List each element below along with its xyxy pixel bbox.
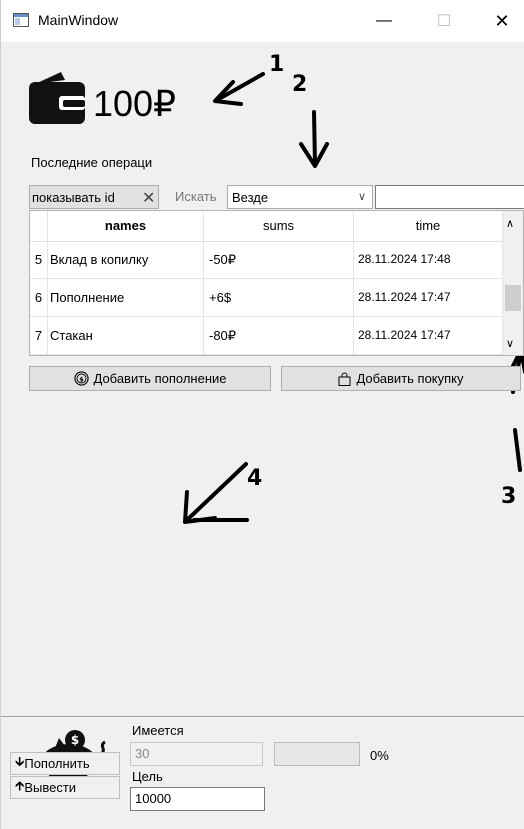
annotation-number-1: 1 bbox=[269, 52, 285, 77]
table-row[interactable]: 5 Вклад в копилку -50₽ 28.11.2024 17:48 bbox=[30, 241, 503, 279]
row-time: 28.11.2024 17:47 bbox=[354, 317, 503, 354]
operations-table[interactable]: names sums time 5 Вклад в копилку -50₽ 2… bbox=[29, 210, 524, 356]
scroll-thumb[interactable] bbox=[505, 285, 521, 311]
search-input[interactable] bbox=[375, 185, 524, 209]
add-income-label: Добавить пополнение bbox=[93, 371, 227, 386]
topup-piggy-label: Пополнить bbox=[24, 756, 90, 771]
window-title: MainWindow bbox=[38, 12, 119, 28]
annotation-arrow-1-head bbox=[213, 80, 243, 106]
annotation-arrow-4-head bbox=[183, 490, 217, 524]
withdraw-piggy-button[interactable]: 🡱 Вывести bbox=[10, 776, 120, 799]
svg-text:$: $ bbox=[79, 375, 84, 383]
column-header-names[interactable]: names bbox=[48, 211, 204, 241]
balance-amount: 100₽ bbox=[93, 83, 176, 124]
title-bar[interactable]: MainWindow — ☐ ✕ bbox=[1, 0, 524, 42]
panel-divider bbox=[1, 716, 524, 717]
goal-progress-text: 0% bbox=[370, 748, 389, 763]
main-window: MainWindow — ☐ ✕ 100₽ 1 2 3 4 Последние … bbox=[0, 0, 524, 829]
app-window-icon bbox=[13, 13, 29, 27]
column-header-sums[interactable]: sums bbox=[204, 211, 354, 241]
annotation-arrow-2 bbox=[312, 110, 317, 166]
chevron-down-icon: ∨ bbox=[357, 191, 366, 203]
search-scope-select[interactable]: Везде ∨ bbox=[227, 185, 373, 209]
annotation-arrow-2-head bbox=[299, 142, 329, 168]
row-name: Стакан bbox=[48, 317, 204, 354]
goal-label: Цель bbox=[132, 769, 163, 784]
search-label: Искать bbox=[175, 189, 217, 204]
scroll-down-icon[interactable]: ∨ bbox=[506, 337, 514, 350]
minimize-button[interactable]: — bbox=[361, 0, 407, 42]
row-name: Вклад в копилку bbox=[48, 241, 204, 278]
row-id: 6 bbox=[30, 279, 48, 316]
row-time: 28.11.2024 17:47 bbox=[354, 279, 503, 316]
svg-text:$: $ bbox=[71, 733, 79, 747]
maximize-button[interactable]: ☐ bbox=[421, 0, 467, 42]
show-id-chip-label: показывать id bbox=[32, 190, 115, 205]
table-row[interactable]: 7 Стакан -80₽ 28.11.2024 17:47 bbox=[30, 317, 503, 355]
goal-progress-bar bbox=[274, 742, 360, 766]
annotation-arrow-3 bbox=[513, 428, 522, 472]
row-id: 5 bbox=[30, 241, 48, 278]
filter-bar: показывать id ✕ Искать Везде ∨ ✕ bbox=[29, 183, 524, 210]
add-income-button[interactable]: $ Добавить пополнение bbox=[29, 366, 271, 391]
shopping-bag-icon bbox=[338, 372, 351, 386]
chip-close-icon[interactable]: ✕ bbox=[142, 188, 155, 208]
withdraw-piggy-label: Вывести bbox=[24, 780, 77, 795]
row-time: 28.11.2024 17:48 bbox=[354, 241, 503, 278]
scroll-up-icon[interactable]: ∧ bbox=[506, 217, 514, 230]
annotation-arrow-4-line bbox=[185, 462, 248, 522]
annotation-arrow-1 bbox=[215, 72, 265, 102]
has-amount-label: Имеется bbox=[132, 723, 184, 738]
column-header-time[interactable]: time bbox=[354, 211, 503, 241]
show-id-chip[interactable]: показывать id ✕ bbox=[29, 185, 159, 209]
annotation-number-2: 2 bbox=[292, 72, 308, 97]
search-scope-value: Везде bbox=[232, 190, 269, 205]
table-header: names sums time bbox=[30, 211, 503, 242]
wallet-icon bbox=[29, 72, 85, 124]
recent-operations-label: Последние операци bbox=[31, 155, 153, 170]
close-button[interactable]: ✕ bbox=[479, 0, 524, 42]
coin-icon: $ bbox=[73, 371, 89, 386]
row-id: 7 bbox=[30, 317, 48, 354]
row-sum: -50₽ bbox=[204, 241, 354, 278]
arrow-up-icon: 🡱 bbox=[15, 777, 25, 793]
annotation-arrow-4 bbox=[185, 464, 249, 522]
topup-piggy-button[interactable]: 🡳 Пополнить bbox=[10, 752, 120, 775]
add-purchase-button[interactable]: Добавить покупку bbox=[281, 366, 521, 391]
table-vertical-scrollbar[interactable]: ∧ ∨ bbox=[503, 211, 523, 355]
goal-input[interactable]: 10000 bbox=[130, 787, 265, 811]
row-sum: +6$ bbox=[204, 279, 354, 316]
has-amount-field: 30 bbox=[130, 742, 263, 766]
table-row[interactable]: 6 Пополнение +6$ 28.11.2024 17:47 bbox=[30, 279, 503, 317]
row-name: Пополнение bbox=[48, 279, 204, 316]
add-purchase-label: Добавить покупку bbox=[356, 371, 464, 386]
annotation-number-3: 3 bbox=[501, 484, 517, 509]
column-header-id[interactable] bbox=[30, 211, 48, 241]
row-sum: -80₽ bbox=[204, 317, 354, 354]
annotation-number-4: 4 bbox=[247, 466, 263, 491]
arrow-down-icon: 🡳 bbox=[15, 753, 25, 769]
